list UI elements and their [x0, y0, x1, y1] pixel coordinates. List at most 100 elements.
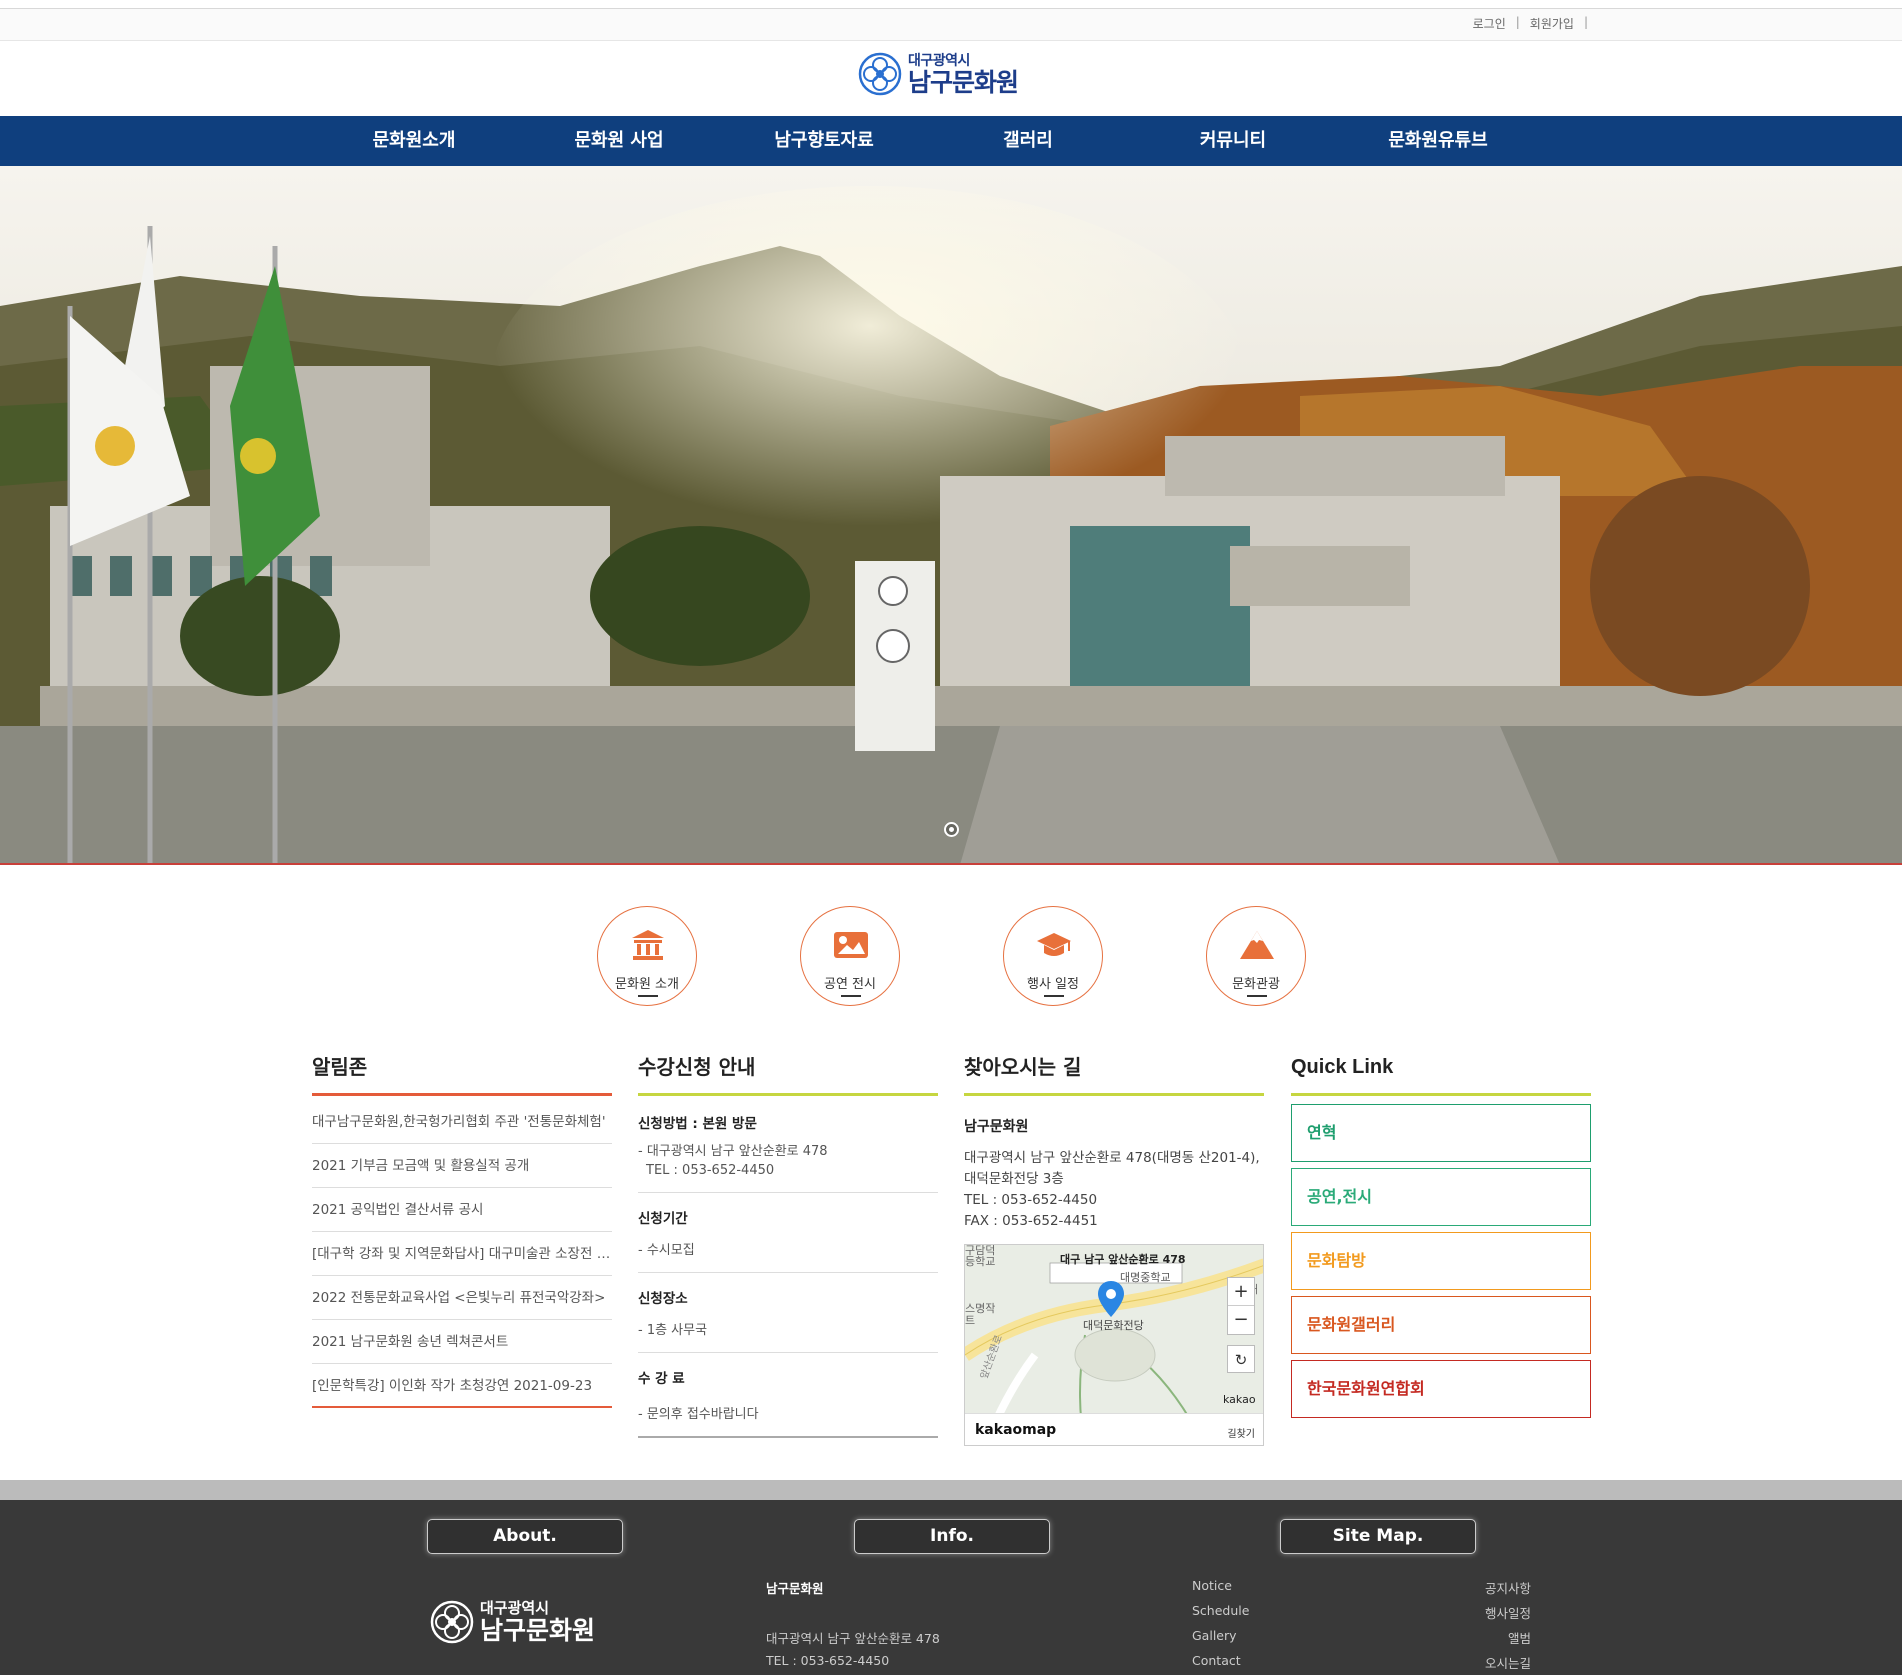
place-value: - 1층 사무국	[638, 1321, 938, 1353]
map-place-label: 대덕문화전당	[1083, 1319, 1144, 1332]
map-footer: kakaomap 길찾기	[965, 1413, 1263, 1445]
list-item[interactable]: 2021 기부금 모금액 및 활용실적 공개	[312, 1144, 612, 1188]
schedule-circle-label: 행사 일정	[1027, 977, 1079, 992]
underline-bar	[638, 995, 658, 997]
footer-tel: TEL : 053-652-4450	[766, 1653, 890, 1668]
map-pin-icon	[1098, 1281, 1124, 1317]
list-item[interactable]: 2022 전통문화교육사업 <은빛누리 퓨전국악강좌>	[312, 1276, 612, 1320]
performance-circle-button[interactable]: 공연 전시	[800, 906, 900, 1006]
address-line-1: 대구광역시 남구 앞산순환로 478(대명동 산201-4),	[964, 1150, 1260, 1166]
refresh-icon[interactable]: ↻	[1227, 1345, 1255, 1373]
footer-link-gallery[interactable]: Gallery	[1192, 1628, 1237, 1643]
footer-logo: 대구광역시 남구문화원	[430, 1600, 595, 1644]
quicklink-list: 연혁 공연,전시 문화탐방 문화원갤러리 한국문화원연합회	[1291, 1104, 1591, 1418]
site-logo[interactable]: 대구광역시 남구문화원	[858, 52, 1019, 96]
map-left-label-b: 스명작 트	[965, 1303, 995, 1327]
list-item[interactable]: 2021 공익법인 결산서류 공시	[312, 1188, 612, 1232]
zoom-in-button[interactable]: +	[1228, 1278, 1254, 1306]
footer-link-schedule-ko[interactable]: 행사일정	[1485, 1603, 1531, 1622]
notice-title: 알림존	[312, 1050, 612, 1096]
logo-emblem-icon	[858, 52, 902, 96]
list-item[interactable]: [인문학특강] 이인화 작가 초청강연 2021-09-23	[312, 1364, 612, 1408]
kakaomap-logo[interactable]: kakaomap	[975, 1422, 1056, 1438]
place-label: 신청장소	[638, 1291, 688, 1307]
nav-item-community[interactable]: 커뮤니티	[1200, 116, 1266, 166]
about-circle-label: 문화원 소개	[615, 977, 679, 992]
logo-city: 대구광역시	[908, 52, 970, 69]
list-item[interactable]: [대구학 강좌 및 지역문화답사] 대구미술관 소장전 관람	[312, 1232, 612, 1276]
zoom-control: + −	[1227, 1277, 1255, 1335]
notice-list: 대구남구문화원,한국헝가리협회 주관 '전통문화체험' 2021 기부금 모금액…	[312, 1100, 612, 1408]
method-value: - 대구광역시 남구 앞산순환로 478 TEL : 053-652-4450	[638, 1142, 938, 1193]
info-button[interactable]: Info.	[854, 1519, 1050, 1554]
hero-slider	[0, 166, 1902, 865]
footer-link-album-ko[interactable]: 앨범	[1508, 1628, 1531, 1647]
footer-logo-city: 대구광역시	[480, 1599, 550, 1617]
quicklink-history[interactable]: 연혁	[1291, 1104, 1591, 1162]
map-left-label-b2: 트	[965, 1314, 976, 1327]
period-label: 신청기간	[638, 1211, 688, 1227]
footer-link-contact[interactable]: Contact	[1192, 1653, 1241, 1668]
sitemap-button[interactable]: Site Map.	[1280, 1519, 1476, 1554]
nav-item-business[interactable]: 문화원 사업	[574, 116, 663, 166]
join-link[interactable]: 회원가입	[1530, 15, 1574, 32]
kakao-mark: kakao	[1223, 1393, 1256, 1406]
footer-divider	[0, 1480, 1902, 1500]
footer-link-notice-ko[interactable]: 공지사항	[1485, 1578, 1531, 1597]
footer: About. Info. Site Map. 대구광역시 남구문화원 남구문화원…	[0, 1500, 1902, 1675]
separator: |	[1515, 15, 1520, 29]
fee-label: 수 강 료	[638, 1371, 685, 1387]
fee-value: - 문의후 접수바랍니다	[638, 1405, 938, 1438]
mountain-icon	[1240, 931, 1274, 959]
nav-item-gallery[interactable]: 갤러리	[1003, 116, 1053, 166]
period-value: - 수시모집	[638, 1241, 938, 1273]
map-school: 대명중학교	[1120, 1271, 1171, 1284]
nav-item-about[interactable]: 문화원소개	[373, 116, 456, 166]
schedule-circle-button[interactable]: 행사 일정	[1003, 906, 1103, 1006]
directions-name: 남구문화원	[964, 1119, 1029, 1135]
about-button[interactable]: About.	[427, 1519, 623, 1554]
list-item[interactable]: 대구남구문화원,한국헝가리협회 주관 '전통문화체험'	[312, 1100, 612, 1144]
course-section: 수강신청 안내 신청방법 : 본원 방문 - 대구광역시 남구 앞산순환로 47…	[638, 1050, 938, 1438]
quicklink-tour[interactable]: 문화탐방	[1291, 1232, 1591, 1290]
method-tel: TEL : 053-652-4450	[646, 1163, 775, 1178]
map-left-label: 구담덕 등학교	[965, 1245, 995, 1267]
building-icon	[632, 930, 664, 960]
directions-title: 찾아오시는 길	[964, 1050, 1264, 1096]
underline-bar	[1044, 995, 1064, 997]
footer-logo-name: 남구문화원	[480, 1616, 596, 1645]
quicklink-gallery[interactable]: 문화원갤러리	[1291, 1296, 1591, 1354]
hero-image	[0, 166, 1902, 863]
quicklink-performance[interactable]: 공연,전시	[1291, 1168, 1591, 1226]
nav-item-youtube[interactable]: 문화원유튜브	[1388, 116, 1487, 166]
map-callout: 대구 남구 앞산순환로 478	[1060, 1253, 1186, 1266]
kakao-map[interactable]: 대구 남구 앞산순환로 478 대명중학교 구담덕 등학교 스명작 트 앞산순환…	[964, 1244, 1264, 1446]
list-item[interactable]: 2021 남구문화원 송년 렉쳐콘서트	[312, 1320, 612, 1364]
fax: FAX : 053-652-4451	[964, 1213, 1098, 1229]
zoom-out-button[interactable]: −	[1228, 1306, 1254, 1334]
footer-address: 대구광역시 남구 앞산순환로 478	[766, 1631, 940, 1646]
graduation-cap-icon	[1037, 933, 1071, 956]
main-nav: 문화원소개 문화원 사업 남구향토자료 갤러리 커뮤니티 문화원유튜브	[0, 116, 1902, 166]
top-utility-bar	[0, 8, 1902, 41]
separator: |	[1583, 15, 1588, 29]
footer-link-directions-ko[interactable]: 오시는길	[1485, 1653, 1531, 1672]
login-link[interactable]: 로그인	[1473, 15, 1506, 32]
tourism-circle-button[interactable]: 문화관광	[1206, 906, 1306, 1006]
utility-links: 로그인 | 회원가입 |	[1473, 15, 1588, 32]
footer-logo-emblem-icon	[430, 1600, 474, 1644]
tel: TEL : 053-652-4450	[964, 1192, 1098, 1208]
directions-section: 찾아오시는 길 남구문화원 대구광역시 남구 앞산순환로 478(대명동 산20…	[964, 1050, 1264, 1446]
slider-pagination-dot[interactable]	[944, 822, 959, 837]
footer-link-notice[interactable]: Notice	[1192, 1578, 1232, 1593]
directions-address: 대구광역시 남구 앞산순환로 478(대명동 산201-4), 대덕문화전당 3…	[964, 1148, 1264, 1232]
route-link[interactable]: 길찾기	[1227, 1425, 1255, 1440]
nav-item-local-history[interactable]: 남구향토자료	[774, 116, 873, 166]
address-line-2: 대덕문화전당 3층	[964, 1171, 1064, 1187]
notice-section: 알림존 대구남구문화원,한국헝가리협회 주관 '전통문화체험' 2021 기부금…	[312, 1050, 612, 1408]
underline-bar	[841, 995, 861, 997]
image-icon	[834, 932, 868, 958]
footer-link-schedule[interactable]: Schedule	[1192, 1603, 1249, 1618]
quicklink-federation[interactable]: 한국문화원연합회	[1291, 1360, 1591, 1418]
about-circle-button[interactable]: 문화원 소개	[597, 906, 697, 1006]
